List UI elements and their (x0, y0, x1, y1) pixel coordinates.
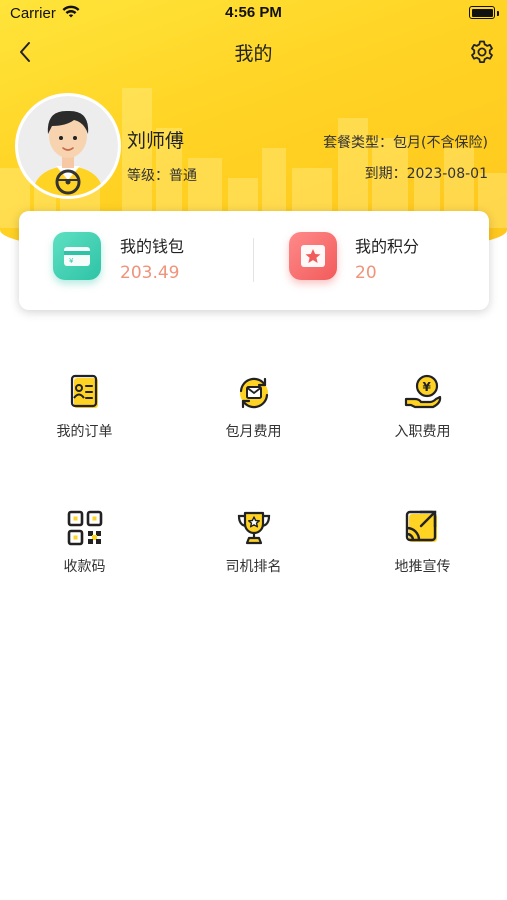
points-star-icon (289, 232, 337, 280)
avatar[interactable] (18, 96, 118, 196)
menu-street-promotion[interactable]: 地推宣传 (338, 508, 507, 608)
menu-label: 司机排名 (225, 559, 282, 575)
menu-qr-code[interactable]: 收款码 (0, 508, 169, 608)
points-entry[interactable]: 我的积分 20 (254, 211, 489, 310)
menu-onboarding-fee[interactable]: ¥ 入职费用 (338, 373, 507, 473)
driver-level: 等级：普通 (127, 168, 197, 184)
plan-type: 套餐类型：包月(不含保险) (323, 135, 488, 151)
wallet-icon: ¥ (53, 232, 101, 280)
status-time: 4:56 PM (225, 4, 282, 21)
wallet-label: 我的钱包 (120, 237, 185, 256)
driver-avatar-illustration (18, 96, 118, 196)
menu-label: 地推宣传 (394, 559, 451, 575)
menu-monthly-fee[interactable]: 包月费用 (169, 373, 338, 473)
points-value: 20 (355, 263, 377, 283)
qr-code-icon (67, 510, 102, 546)
onboarding-fee-icon: ¥ (404, 374, 441, 409)
navigation-bar: 我的 (0, 30, 507, 74)
menu-label: 收款码 (63, 559, 106, 575)
order-icon (70, 374, 98, 408)
svg-text:¥: ¥ (69, 257, 74, 265)
menu-driver-ranking[interactable]: 司机排名 (169, 508, 338, 608)
menu-label: 入职费用 (394, 424, 451, 440)
promotion-icon (405, 510, 437, 542)
points-label: 我的积分 (355, 237, 420, 256)
plan-expiry: 到期：2023-08-01 (364, 166, 488, 182)
battery-icon (469, 6, 499, 19)
trophy-icon (237, 511, 270, 545)
status-bar: Carrier 4:56 PM (0, 0, 507, 30)
gear-icon[interactable] (469, 39, 495, 65)
wallet-entry[interactable]: ¥ 我的钱包 203.49 (19, 211, 254, 310)
svg-text:¥: ¥ (422, 380, 431, 394)
menu-label: 我的订单 (56, 424, 113, 440)
driver-name: 刘师傅 (127, 130, 185, 152)
wallet-balance: 203.49 (120, 263, 180, 283)
monthly-fee-icon (239, 377, 268, 409)
page-title: 我的 (234, 43, 273, 65)
menu-label: 包月费用 (225, 424, 282, 440)
wallet-points-card: ¥ 我的钱包 203.49 我的积分 20 (19, 211, 489, 310)
menu-my-orders[interactable]: 我的订单 (0, 373, 169, 473)
